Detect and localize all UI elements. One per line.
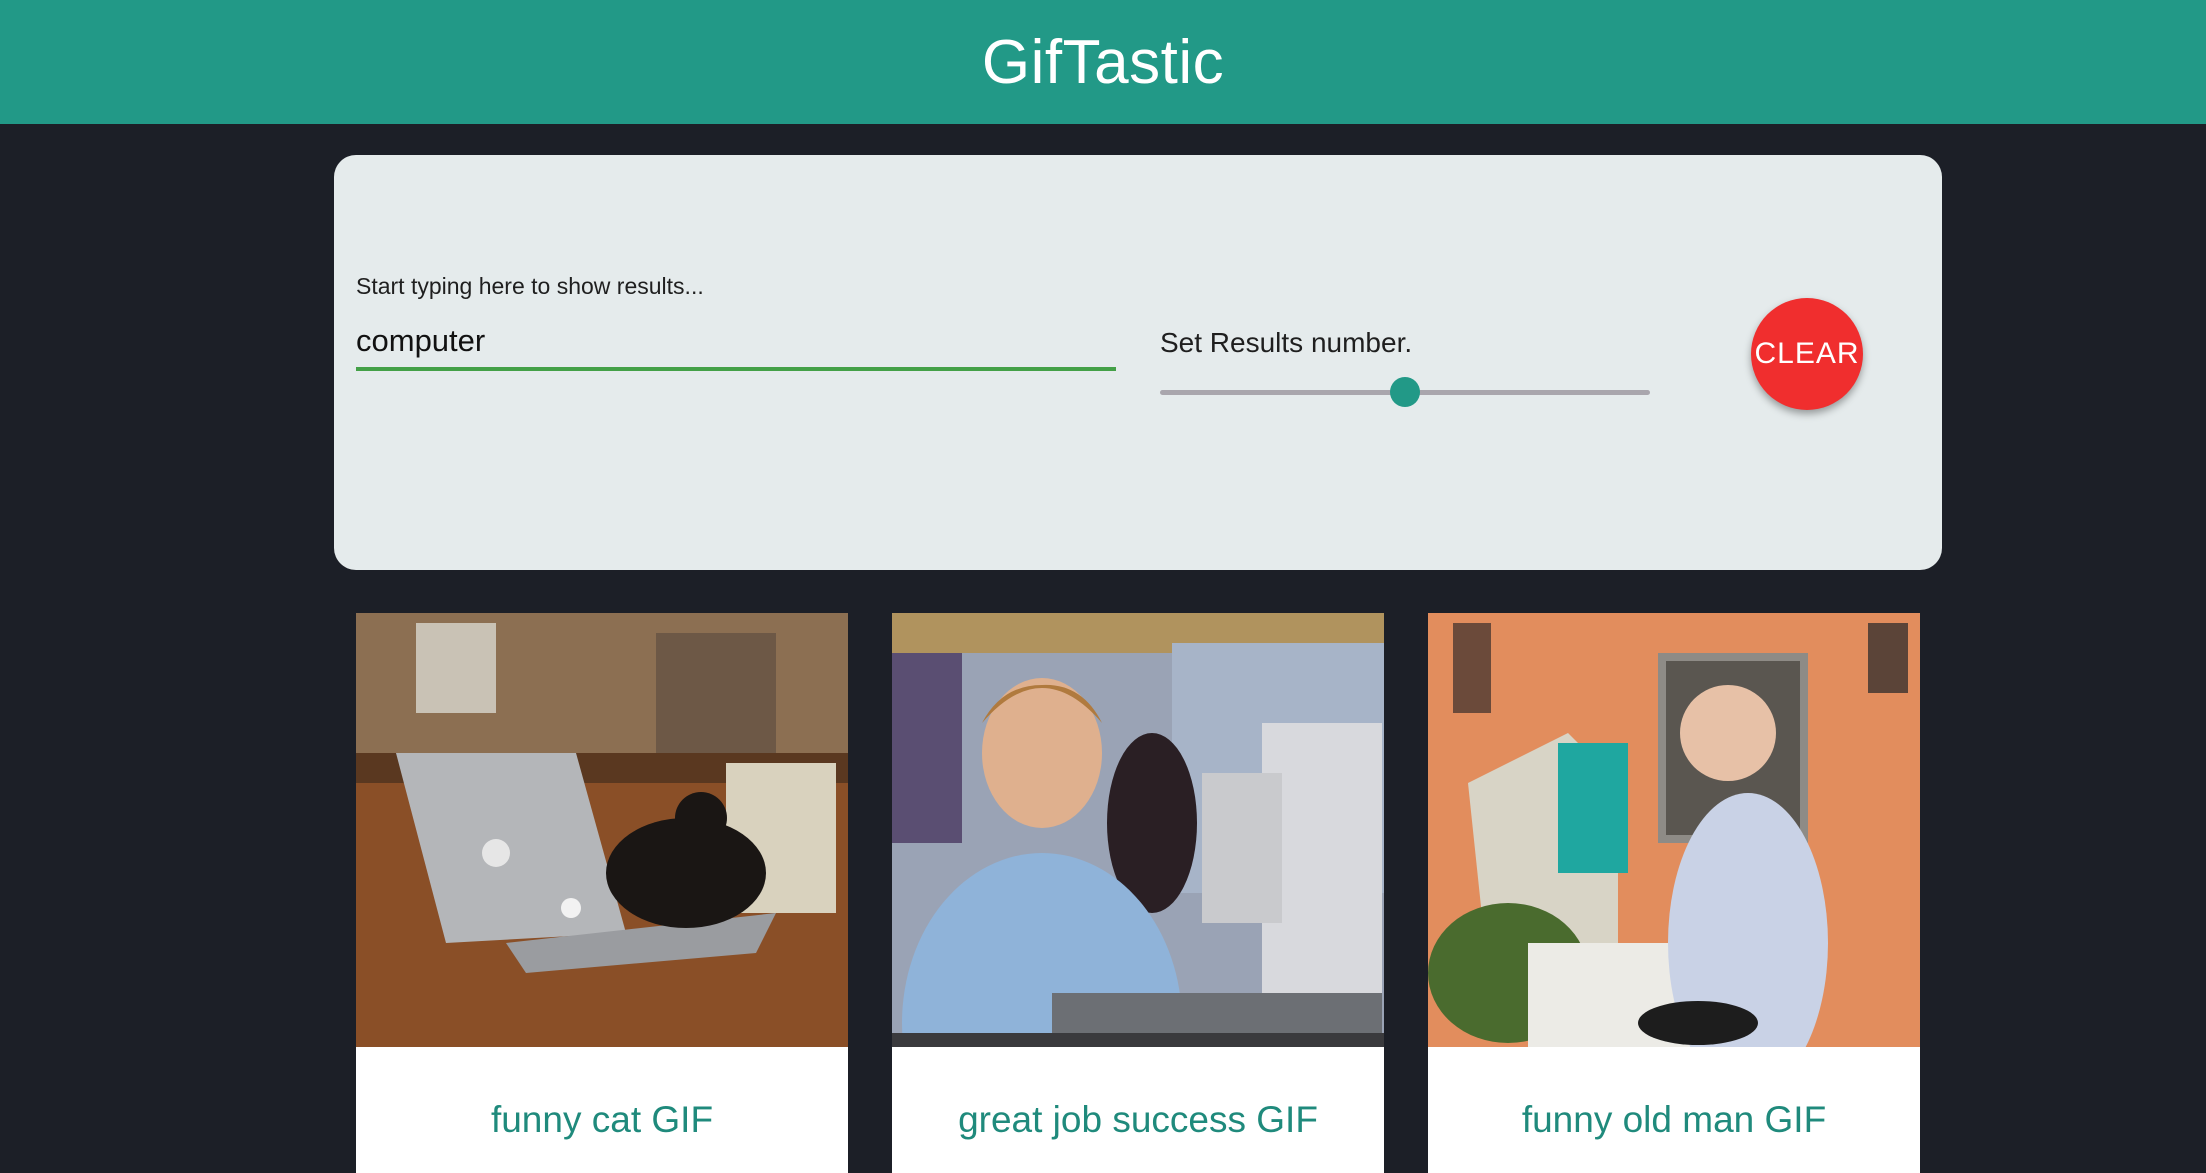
gif-card-2[interactable]: great job success GIF (892, 613, 1384, 1173)
app-header: GifTastic (0, 0, 2206, 124)
results-number-label: Set Results number. (1160, 327, 1413, 358)
gif-title: funny cat GIF (490, 1099, 714, 1140)
gif-image-cat-laptop[interactable] (356, 613, 848, 1047)
clear-button[interactable]: CLEAR (1751, 298, 1863, 410)
slider-thumb[interactable] (1390, 377, 1420, 407)
gif-title: funny old man GIF (1521, 1099, 1827, 1140)
results-number-slider[interactable] (1160, 377, 1650, 407)
gif-thumbnail-1 (356, 613, 848, 1047)
gif-image-great-job-kid[interactable] (892, 613, 1384, 1047)
gif-thumbnail-2 (892, 613, 1384, 1047)
gif-image-old-man-computer[interactable] (1428, 613, 1920, 1047)
search-label: Start typing here to show results... (356, 273, 704, 299)
search-input[interactable] (356, 315, 1116, 371)
gif-card-1[interactable]: funny cat GIF (356, 613, 848, 1173)
gif-thumbnail-3 (1428, 613, 1920, 1047)
app-title: GifTastic (981, 27, 1225, 97)
gif-title: great job success GIF (958, 1099, 1318, 1140)
gif-card-3[interactable]: funny old man GIF (1428, 613, 1920, 1173)
search-panel: Start typing here to show results... Set… (334, 155, 1942, 570)
